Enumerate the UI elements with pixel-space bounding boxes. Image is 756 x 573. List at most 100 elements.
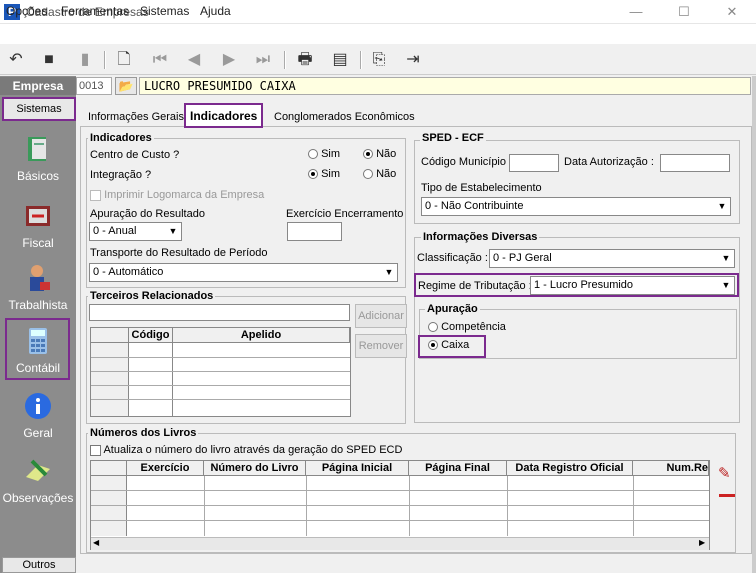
empresa-code: 0013 [76, 77, 112, 95]
first-icon[interactable]: ⏮ [149, 49, 171, 71]
terceiros-input[interactable] [89, 304, 350, 321]
tab-informacoes-gerais[interactable]: Informações Gerais [84, 106, 188, 128]
chevron-down-icon: ▼ [715, 199, 729, 214]
atualiza-livro-checkbox[interactable]: Atualiza o número do livro através da ge… [90, 444, 402, 456]
imprimir-logomarca-checkbox[interactable]: Imprimir Logomarca da Empresa [90, 189, 264, 201]
column-header[interactable]: Página Inicial [306, 461, 409, 476]
transporte-label: Transporte do Resultado de Período [90, 247, 268, 259]
transporte-select[interactable]: 0 - Automático ▼ [89, 263, 398, 282]
grid-line [91, 505, 709, 506]
remover-button[interactable]: Remover [355, 334, 407, 358]
print-preview-icon[interactable]: 🗋 [113, 49, 135, 71]
codigo-municipio-label: Código Município : [421, 156, 513, 168]
tipo-estabelecimento-select[interactable]: 0 - Não Contribuinte ▼ [421, 197, 731, 216]
horizontal-scrollbar[interactable] [91, 537, 709, 550]
maximize-button[interactable]: ☐ [664, 2, 704, 22]
classificacao-label: Classificação : [417, 252, 488, 264]
menu-opcoes[interactable]: Opções [6, 4, 47, 18]
sidebar-item-fiscal[interactable]: Fiscal [0, 200, 76, 250]
copy-icon[interactable]: ⎘ [368, 49, 390, 71]
sidebar-item-observacoes[interactable]: Observações [0, 455, 76, 505]
integracao-nao[interactable]: Não [363, 168, 396, 180]
print-icon[interactable]: 🖶 [294, 49, 316, 71]
column-header[interactable]: Apelido [173, 328, 350, 343]
chevron-down-icon: ▼ [166, 224, 180, 239]
regime-select[interactable]: 1 - Lucro Presumido ▼ [530, 276, 735, 295]
chevron-down-icon: ▼ [719, 251, 733, 266]
sidebar-item-label: Fiscal [22, 236, 54, 250]
exit-icon[interactable]: ⇥ [402, 49, 424, 71]
sidebar-item-trabalhista[interactable]: Trabalhista [0, 262, 76, 312]
integracao-sim[interactable]: Sim [308, 168, 340, 180]
indicadores-title: Indicadores [88, 132, 154, 144]
tab-indicadores[interactable]: Indicadores [184, 103, 264, 128]
next-icon[interactable]: ▶ [218, 49, 240, 71]
sistemas-button[interactable]: Sistemas [2, 97, 76, 121]
data-autorizacao-input[interactable] [660, 154, 730, 172]
apuracao-resultado-select[interactable]: 0 - Anual ▼ [89, 222, 182, 241]
scroll-right-icon[interactable]: ▶ [699, 538, 705, 547]
column-header[interactable]: Num.Re [633, 461, 709, 476]
minimize-button[interactable]: — [616, 2, 656, 22]
row-header-column [91, 476, 127, 536]
grid-line [91, 520, 709, 521]
tab-conglomerados[interactable]: Conglomerados Econômicos [270, 106, 419, 128]
codigo-municipio-input[interactable] [509, 154, 559, 172]
apuracao-resultado-label: Apuração do Resultado [90, 208, 205, 220]
column-header[interactable]: Número do Livro [204, 461, 306, 476]
close-button[interactable]: ✕ [712, 2, 752, 22]
grid-corner [91, 328, 129, 343]
column-header[interactable]: Data Registro Oficial [507, 461, 633, 476]
menu-ajuda[interactable]: Ajuda [200, 4, 231, 18]
calculator-icon [29, 328, 47, 354]
column-header[interactable]: Exercício [127, 461, 204, 476]
regime-label: Regime de Tributação : [418, 280, 532, 292]
sidebar-item-contabil[interactable]: Contábil [0, 325, 76, 375]
column-header[interactable]: Página Final [409, 461, 507, 476]
last-icon[interactable]: ⏭ [252, 49, 274, 71]
grid-corner [91, 461, 127, 476]
sidebar-item-basicos[interactable]: Básicos [0, 133, 76, 183]
grid-line [91, 371, 350, 372]
grid-line [91, 385, 350, 386]
previous-icon[interactable]: ◀ [183, 49, 205, 71]
undo-icon[interactable]: ↶ [5, 49, 27, 71]
centro-custo-label: Centro de Custo ? [90, 149, 180, 161]
outros-button[interactable]: Outros [2, 557, 76, 573]
edit-pencil-icon[interactable]: ✎ [718, 464, 731, 482]
sped-title: SPED - ECF [420, 132, 486, 144]
grid-divider [306, 476, 307, 536]
report-icon[interactable]: ▤ [329, 49, 351, 71]
exercicio-encerramento-label: Exercício Encerramento [286, 208, 404, 220]
terceiros-title: Terceiros Relacionados [88, 290, 216, 302]
info-diversas-title: Informações Diversas [421, 231, 540, 243]
sidebar-item-geral[interactable]: Geral [0, 390, 76, 440]
scroll-left-icon[interactable]: ◀ [93, 538, 99, 547]
competencia-radio[interactable]: Competência [428, 321, 506, 333]
sidebar-item-label: Observações [2, 491, 74, 505]
open-folder-button[interactable]: 📂 [115, 77, 137, 95]
column-header[interactable]: Código [129, 328, 173, 343]
caixa-radio[interactable]: Caixa [428, 339, 469, 351]
grid-line [91, 357, 350, 358]
row-header-column [91, 343, 129, 416]
window-edge [752, 76, 756, 573]
grid-divider [633, 476, 634, 536]
menu-ferramentas[interactable]: Ferramentas [61, 4, 129, 18]
save-as-icon[interactable]: ▮ [74, 49, 96, 71]
menu-sistemas[interactable]: Sistemas [140, 4, 189, 18]
integracao-label: Integração ? [90, 169, 152, 181]
tipo-estabelecimento-label: Tipo de Estabelecimento [421, 182, 542, 194]
centro-custo-nao[interactable]: Não [363, 148, 396, 160]
grid-divider [507, 476, 508, 536]
centro-custo-sim[interactable]: Sim [308, 148, 340, 160]
sidebar-item-label: Contábil [15, 361, 61, 375]
info-icon [25, 393, 51, 419]
toolbar-separator [104, 51, 106, 69]
classificacao-select[interactable]: 0 - PJ Geral ▼ [489, 249, 735, 268]
save-icon[interactable]: ■ [38, 49, 60, 71]
remove-line-icon[interactable] [719, 494, 735, 497]
sidebar-item-label: Básicos [16, 169, 60, 183]
adicionar-button[interactable]: Adicionar [355, 304, 407, 328]
exercicio-encerramento-input[interactable] [287, 222, 342, 241]
